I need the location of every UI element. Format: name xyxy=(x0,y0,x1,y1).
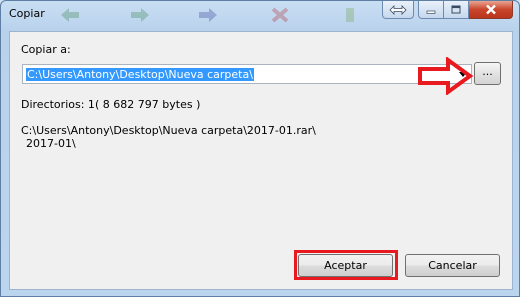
browse-button[interactable]: ... xyxy=(474,62,501,85)
dialog-body: Copiar a: C:\Users\Antony\Desktop\Nueva … xyxy=(9,31,513,290)
window-title: Copiar xyxy=(9,7,45,20)
resize-button[interactable] xyxy=(382,1,414,19)
minimize-button[interactable] xyxy=(418,1,444,19)
background-delete-icon xyxy=(271,7,289,23)
close-button[interactable] xyxy=(469,1,513,19)
background-arrow-icon xyxy=(61,8,79,22)
annotation-arrow-icon xyxy=(418,57,474,95)
copy-to-label: Copiar a: xyxy=(21,43,71,56)
destination-path-value[interactable]: C:\Users\Antony\Desktop\Nueva carpeta\ xyxy=(26,68,254,81)
background-arrow-icon xyxy=(199,8,217,22)
source-file-path: C:\Users\Antony\Desktop\Nueva carpeta\20… xyxy=(21,124,316,137)
title-bar[interactable]: Copiar xyxy=(1,1,519,29)
double-arrow-icon xyxy=(389,4,407,15)
background-arrow-icon xyxy=(131,8,149,22)
destination-path-combobox[interactable]: C:\Users\Antony\Desktop\Nueva carpeta\ xyxy=(22,64,472,84)
close-icon xyxy=(485,4,496,15)
source-folder-name: 2017-01\ xyxy=(26,137,76,150)
maximize-icon xyxy=(451,5,461,14)
directories-count: Directorios: 1 xyxy=(21,98,95,111)
directories-size: ( 8 682 797 bytes ) xyxy=(95,98,201,111)
copy-dialog-window: Copiar Copiar a: C:\Users\Antony\Desktop… xyxy=(0,0,520,297)
maximize-button[interactable] xyxy=(444,1,469,19)
background-file-icon xyxy=(346,8,354,22)
accept-button[interactable]: Aceptar xyxy=(298,254,393,277)
minimize-icon xyxy=(426,10,436,14)
cancel-button[interactable]: Cancelar xyxy=(405,254,500,277)
